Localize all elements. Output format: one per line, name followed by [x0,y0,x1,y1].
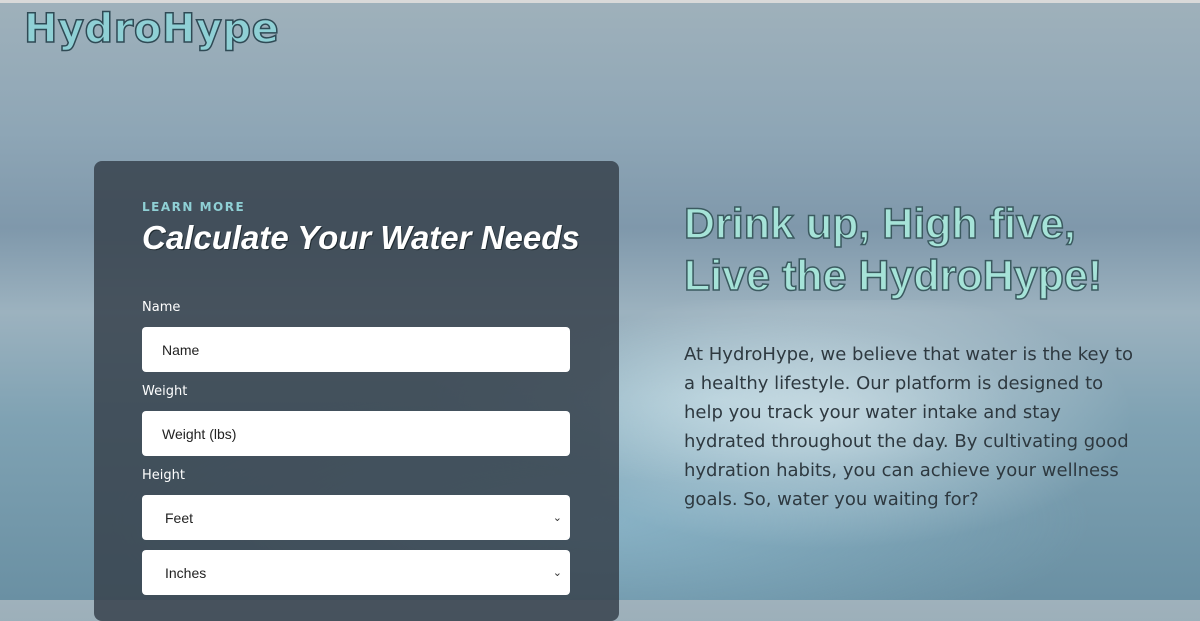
hero-description: At HydroHype, we believe that water is t… [684,344,1134,510]
calculator-card: LEARN MORE Calculate Your Water Needs Na… [94,161,619,621]
height-inches-select[interactable]: Inches ⌄ [142,550,570,595]
name-input-placeholder: Name [162,341,200,358]
chevron-down-icon: ⌄ [552,567,562,579]
height-feet-value: Feet [165,509,194,526]
height-label: Height [142,468,185,483]
name-label: Name [142,300,181,315]
hero-headline-line2: Live the HydroHype! [683,251,1103,301]
weight-input-placeholder: Weight (lbs) [162,425,237,442]
calculator-title: Calculate Your Water Needs [142,219,580,256]
learn-more-eyebrow: LEARN MORE [142,200,246,214]
weight-input[interactable]: Weight (lbs) [142,411,570,456]
brand-logo[interactable]: HydroHype [23,5,279,53]
chevron-down-icon: ⌄ [552,512,562,524]
hero-headline-line1: Drink up, High five, [683,199,1076,249]
hero-headline: Drink up, High five, Live the HydroHype! [683,198,1184,302]
height-inches-value: Inches [165,564,207,581]
height-feet-select[interactable]: Feet ⌄ [142,495,570,540]
top-border [0,0,1200,3]
weight-label: Weight [142,384,188,399]
name-input[interactable]: Name [142,327,570,372]
